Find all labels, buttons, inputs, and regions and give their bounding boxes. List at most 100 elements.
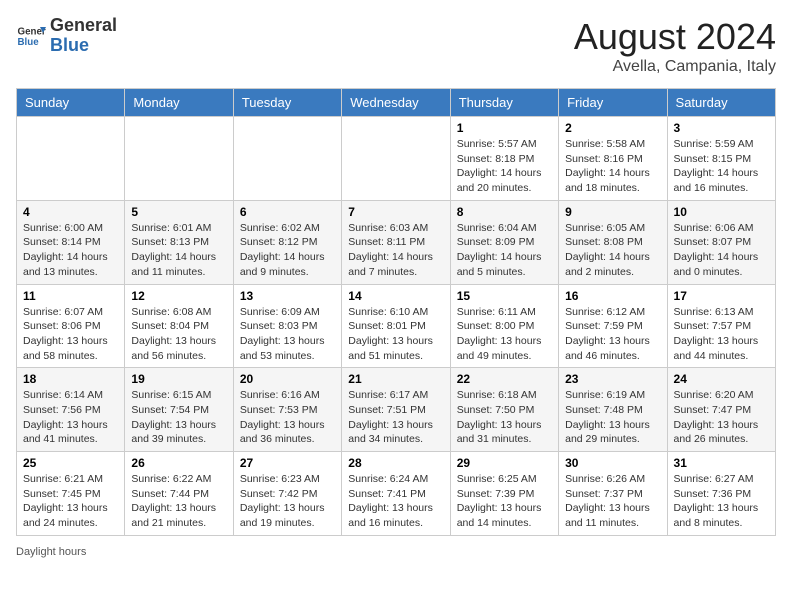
day-info: Sunrise: 6:12 AM Sunset: 7:59 PM Dayligh… (565, 305, 660, 364)
week-row-4: 18 Sunrise: 6:14 AM Sunset: 7:56 PM Dayli… (17, 368, 776, 452)
day-number: 6 (240, 205, 335, 219)
day-cell: 29 Sunrise: 6:25 AM Sunset: 7:39 PM Dayli… (450, 452, 558, 536)
day-cell: 5 Sunrise: 6:01 AM Sunset: 8:13 PM Daylig… (125, 200, 233, 284)
header-row: SundayMondayTuesdayWednesdayThursdayFrid… (17, 89, 776, 117)
day-number: 5 (131, 205, 226, 219)
footer: Daylight hours (16, 546, 776, 558)
page-header: General Blue General Blue August 2024 Av… (16, 16, 776, 76)
day-info: Sunrise: 6:03 AM Sunset: 8:11 PM Dayligh… (348, 221, 443, 280)
day-info: Sunrise: 5:58 AM Sunset: 8:16 PM Dayligh… (565, 137, 660, 196)
day-cell: 21 Sunrise: 6:17 AM Sunset: 7:51 PM Dayli… (342, 368, 450, 452)
day-cell: 16Sunrise: 6:12 AM Sunset: 7:59 PM Dayli… (559, 284, 667, 368)
day-info: Sunrise: 5:59 AM Sunset: 8:15 PM Dayligh… (674, 137, 769, 196)
day-info: Sunrise: 6:20 AM Sunset: 7:47 PM Dayligh… (674, 388, 769, 447)
day-cell: 20 Sunrise: 6:16 AM Sunset: 7:53 PM Dayli… (233, 368, 341, 452)
day-cell: 6 Sunrise: 6:02 AM Sunset: 8:12 PM Daylig… (233, 200, 341, 284)
day-info: Sunrise: 6:02 AM Sunset: 8:12 PM Dayligh… (240, 221, 335, 280)
day-number: 4 (23, 205, 118, 219)
daylight-label: Daylight hours (16, 546, 86, 558)
day-cell: 2Sunrise: 5:58 AM Sunset: 8:16 PM Daylig… (559, 117, 667, 201)
day-number: 25 (23, 456, 118, 470)
day-number: 27 (240, 456, 335, 470)
day-cell: 28Sunrise: 6:24 AM Sunset: 7:41 PM Dayli… (342, 452, 450, 536)
day-info: Sunrise: 6:14 AM Sunset: 7:56 PM Dayligh… (23, 388, 118, 447)
main-title: August 2024 (574, 16, 776, 58)
day-cell (125, 117, 233, 201)
day-number: 23 (565, 372, 660, 386)
week-row-3: 11 Sunrise: 6:07 AM Sunset: 8:06 PM Dayli… (17, 284, 776, 368)
title-block: August 2024 Avella, Campania, Italy (574, 16, 776, 76)
day-info: Sunrise: 6:11 AM Sunset: 8:00 PM Dayligh… (457, 305, 552, 364)
day-info: Sunrise: 5:57 AM Sunset: 8:18 PM Dayligh… (457, 137, 552, 196)
day-info: Sunrise: 6:22 AM Sunset: 7:44 PM Dayligh… (131, 472, 226, 531)
day-cell: 7 Sunrise: 6:03 AM Sunset: 8:11 PM Daylig… (342, 200, 450, 284)
day-number: 21 (348, 372, 443, 386)
day-number: 1 (457, 121, 552, 135)
day-number: 18 (23, 372, 118, 386)
day-cell: 22 Sunrise: 6:18 AM Sunset: 7:50 PM Dayli… (450, 368, 558, 452)
day-number: 29 (457, 456, 552, 470)
day-cell: 17Sunrise: 6:13 AM Sunset: 7:57 PM Dayli… (667, 284, 775, 368)
logo-general-text: General (50, 16, 117, 36)
day-info: Sunrise: 6:17 AM Sunset: 7:51 PM Dayligh… (348, 388, 443, 447)
week-row-5: 25Sunrise: 6:21 AM Sunset: 7:45 PM Dayli… (17, 452, 776, 536)
day-header-friday: Friday (559, 89, 667, 117)
day-cell: 14Sunrise: 6:10 AM Sunset: 8:01 PM Dayli… (342, 284, 450, 368)
subtitle: Avella, Campania, Italy (574, 58, 776, 76)
day-cell: 18 Sunrise: 6:14 AM Sunset: 7:56 PM Dayli… (17, 368, 125, 452)
day-cell: 23 Sunrise: 6:19 AM Sunset: 7:48 PM Dayli… (559, 368, 667, 452)
day-header-thursday: Thursday (450, 89, 558, 117)
day-cell: 10 Sunrise: 6:06 AM Sunset: 8:07 PM Dayli… (667, 200, 775, 284)
day-info: Sunrise: 6:26 AM Sunset: 7:37 PM Dayligh… (565, 472, 660, 531)
day-info: Sunrise: 6:00 AM Sunset: 8:14 PM Dayligh… (23, 221, 118, 280)
day-info: Sunrise: 6:18 AM Sunset: 7:50 PM Dayligh… (457, 388, 552, 447)
day-number: 13 (240, 289, 335, 303)
day-number: 17 (674, 289, 769, 303)
day-number: 11 (23, 289, 118, 303)
calendar-table: SundayMondayTuesdayWednesdayThursdayFrid… (16, 88, 776, 536)
day-number: 14 (348, 289, 443, 303)
day-info: Sunrise: 6:07 AM Sunset: 8:06 PM Dayligh… (23, 305, 118, 364)
day-number: 12 (131, 289, 226, 303)
day-info: Sunrise: 6:04 AM Sunset: 8:09 PM Dayligh… (457, 221, 552, 280)
day-header-monday: Monday (125, 89, 233, 117)
day-header-saturday: Saturday (667, 89, 775, 117)
day-number: 10 (674, 205, 769, 219)
svg-text:Blue: Blue (18, 37, 40, 48)
day-cell: 1 Sunrise: 5:57 AM Sunset: 8:18 PM Daylig… (450, 117, 558, 201)
day-cell: 15 Sunrise: 6:11 AM Sunset: 8:00 PM Dayli… (450, 284, 558, 368)
day-number: 15 (457, 289, 552, 303)
day-header-wednesday: Wednesday (342, 89, 450, 117)
day-number: 22 (457, 372, 552, 386)
day-info: Sunrise: 6:15 AM Sunset: 7:54 PM Dayligh… (131, 388, 226, 447)
day-cell (233, 117, 341, 201)
day-info: Sunrise: 6:16 AM Sunset: 7:53 PM Dayligh… (240, 388, 335, 447)
day-cell: 27 Sunrise: 6:23 AM Sunset: 7:42 PM Dayli… (233, 452, 341, 536)
day-info: Sunrise: 6:05 AM Sunset: 8:08 PM Dayligh… (565, 221, 660, 280)
day-cell: 31Sunrise: 6:27 AM Sunset: 7:36 PM Dayli… (667, 452, 775, 536)
day-number: 7 (348, 205, 443, 219)
day-cell: 24 Sunrise: 6:20 AM Sunset: 7:47 PM Dayli… (667, 368, 775, 452)
day-info: Sunrise: 6:23 AM Sunset: 7:42 PM Dayligh… (240, 472, 335, 531)
day-info: Sunrise: 6:25 AM Sunset: 7:39 PM Dayligh… (457, 472, 552, 531)
day-cell: 12Sunrise: 6:08 AM Sunset: 8:04 PM Dayli… (125, 284, 233, 368)
day-cell: 3Sunrise: 5:59 AM Sunset: 8:15 PM Daylig… (667, 117, 775, 201)
day-number: 24 (674, 372, 769, 386)
day-cell (342, 117, 450, 201)
logo: General Blue General Blue (16, 16, 117, 56)
day-cell: 8Sunrise: 6:04 AM Sunset: 8:09 PM Daylig… (450, 200, 558, 284)
day-info: Sunrise: 6:24 AM Sunset: 7:41 PM Dayligh… (348, 472, 443, 531)
day-cell: 11 Sunrise: 6:07 AM Sunset: 8:06 PM Dayli… (17, 284, 125, 368)
day-number: 20 (240, 372, 335, 386)
day-cell: 26Sunrise: 6:22 AM Sunset: 7:44 PM Dayli… (125, 452, 233, 536)
week-row-1: 1 Sunrise: 5:57 AM Sunset: 8:18 PM Daylig… (17, 117, 776, 201)
week-row-2: 4 Sunrise: 6:00 AM Sunset: 8:14 PM Daylig… (17, 200, 776, 284)
day-cell: 4 Sunrise: 6:00 AM Sunset: 8:14 PM Daylig… (17, 200, 125, 284)
day-cell: 9Sunrise: 6:05 AM Sunset: 8:08 PM Daylig… (559, 200, 667, 284)
day-info: Sunrise: 6:06 AM Sunset: 8:07 PM Dayligh… (674, 221, 769, 280)
day-info: Sunrise: 6:19 AM Sunset: 7:48 PM Dayligh… (565, 388, 660, 447)
day-info: Sunrise: 6:01 AM Sunset: 8:13 PM Dayligh… (131, 221, 226, 280)
day-header-sunday: Sunday (17, 89, 125, 117)
day-cell (17, 117, 125, 201)
day-cell: 19Sunrise: 6:15 AM Sunset: 7:54 PM Dayli… (125, 368, 233, 452)
